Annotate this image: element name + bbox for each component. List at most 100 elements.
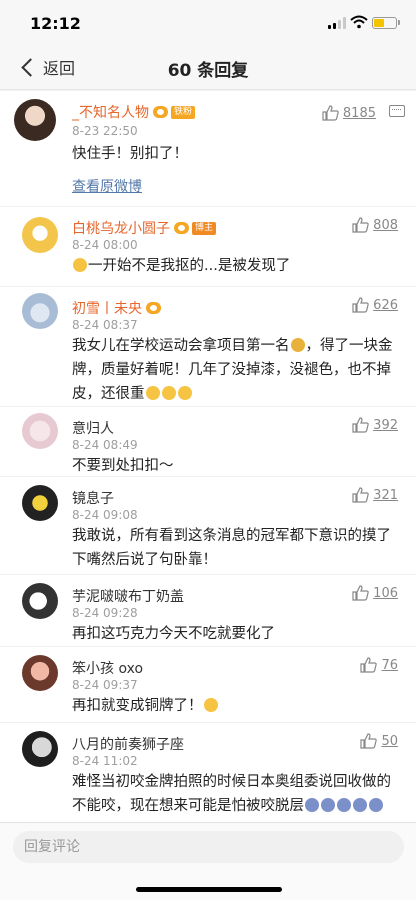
vip-icon xyxy=(174,222,189,234)
comment-time: 8-24 09:08 xyxy=(72,508,138,522)
thumbs-up-icon xyxy=(352,297,369,313)
user-row: 白桃乌龙小圆子 博主 xyxy=(72,218,217,238)
comment-text: 再扣就变成铜牌了！ xyxy=(72,694,398,718)
original-comment: _不知名人物 铁粉 8-23 22:50 快住手！别扣了！ 8185 查看原微博 xyxy=(0,91,416,206)
laugh-emoji-icon xyxy=(177,386,192,400)
avatar[interactable] xyxy=(22,583,58,619)
username[interactable]: _不知名人物 xyxy=(72,102,149,122)
list-item: 白桃乌龙小圆子 博主 8-24 08:00 一开始不是我抠的...是被发现了 8… xyxy=(0,207,416,287)
like-count: 392 xyxy=(373,417,398,433)
comment-text-body: 一开始不是我抠的...是被发现了 xyxy=(88,258,291,274)
cellular-signal-icon xyxy=(328,17,346,29)
shocked-emoji-icon xyxy=(305,798,319,812)
laugh-emoji-icon xyxy=(145,386,160,400)
view-original-link[interactable]: 查看原微博 xyxy=(72,176,142,196)
thumbs-up-icon xyxy=(352,585,369,601)
user-row: 八月的前奏狮子座 xyxy=(72,735,184,753)
comment-text: 不要到处扣扣～ xyxy=(72,458,174,474)
comment-text-part-1: 我女儿在学校运动会拿项目第一名 xyxy=(72,338,290,354)
user-row: 笨小孩 oxo xyxy=(72,659,143,677)
comment-time: 8-24 09:37 xyxy=(72,678,138,692)
status-bar: 12:12 xyxy=(0,0,416,44)
username[interactable]: 笨小孩 oxo xyxy=(72,658,143,678)
comment-text: 快住手！别扣了！ xyxy=(72,146,188,162)
thumbs-up-icon xyxy=(360,657,378,673)
home-indicator[interactable] xyxy=(136,887,282,892)
list-item: 初雪丨未央 8-24 08:37 我女儿在学校运动会拿项目第一名 ，得了一块金牌，… xyxy=(0,287,416,407)
wifi-icon xyxy=(350,15,368,29)
list-item: 意归人 8-24 08:49 不要到处扣扣～ 392 xyxy=(0,407,416,477)
avatar[interactable] xyxy=(22,293,58,329)
like-count: 50 xyxy=(381,733,398,749)
username[interactable]: 镜息子 xyxy=(72,488,114,508)
like-count: 76 xyxy=(381,657,398,673)
comment-time: 8-24 08:49 xyxy=(72,438,138,452)
thumbs-up-icon xyxy=(352,217,369,233)
like-count: 626 xyxy=(373,297,398,313)
comment-time: 8-24 08:37 xyxy=(72,318,138,332)
shocked-emoji-icon xyxy=(369,798,383,812)
comment-text-body: 再扣就变成铜牌了！ xyxy=(72,698,203,714)
like-button[interactable]: 808 xyxy=(352,217,398,233)
avatar[interactable] xyxy=(22,217,58,253)
battery-icon xyxy=(372,17,397,29)
like-button[interactable]: 76 xyxy=(360,657,398,673)
gold-medal-emoji-icon xyxy=(290,338,305,352)
blogger-badge: 博主 xyxy=(192,221,217,235)
list-item: 芋泥啵啵布丁奶盖 8-24 09:28 再扣这巧克力今天不吃就要化了 106 xyxy=(0,575,416,647)
like-button[interactable]: 626 xyxy=(352,297,398,313)
shocked-emoji-icon xyxy=(337,798,351,812)
user-row: 初雪丨未央 xyxy=(72,299,161,317)
list-item: 镜息子 8-24 09:08 我敢说，所有看到这条消息的冠军都下意识的摸了下嘴然… xyxy=(0,477,416,575)
user-row: 镜息子 xyxy=(72,489,114,507)
like-button[interactable]: 50 xyxy=(360,733,398,749)
like-button[interactable]: 392 xyxy=(352,417,398,433)
avatar[interactable] xyxy=(22,485,58,521)
like-count: 8185 xyxy=(342,105,376,121)
like-button[interactable]: 8185 xyxy=(322,105,376,121)
list-item: 笨小孩 oxo 8-24 09:37 再扣就变成铜牌了！ 76 xyxy=(0,647,416,723)
list-item: 八月的前奏狮子座 8-24 11:02 难怪当初咬金牌拍照的时候日本奥组委说回收… xyxy=(0,723,416,822)
like-button[interactable]: 106 xyxy=(352,585,398,601)
nav-bar: 返回 60 条回复 xyxy=(0,44,416,90)
like-count: 321 xyxy=(373,487,398,503)
avatar[interactable] xyxy=(22,413,58,449)
shocked-emoji-icon xyxy=(321,798,335,812)
comment-icon[interactable] xyxy=(389,105,405,117)
thumbs-up-icon xyxy=(360,733,378,749)
user-row: 芋泥啵啵布丁奶盖 xyxy=(72,587,184,605)
username[interactable]: 芋泥啵啵布丁奶盖 xyxy=(72,586,184,606)
avatar[interactable] xyxy=(14,99,56,141)
user-row: 意归人 xyxy=(72,419,114,437)
status-time: 12:12 xyxy=(30,14,81,33)
laugh-emoji-icon xyxy=(161,386,176,400)
username[interactable]: 八月的前奏狮子座 xyxy=(72,734,184,754)
comment-time: 8-24 09:28 xyxy=(72,606,138,620)
like-count: 106 xyxy=(373,585,398,601)
fan-badge: 铁粉 xyxy=(171,105,196,119)
thumbs-up-icon xyxy=(322,105,339,121)
reply-bar: 回复评论 xyxy=(0,822,416,900)
reply-list[interactable]: 白桃乌龙小圆子 博主 8-24 08:00 一开始不是我抠的...是被发现了 8… xyxy=(0,207,416,822)
vip-icon xyxy=(153,106,168,118)
username[interactable]: 初雪丨未央 xyxy=(72,298,142,318)
shocked-emoji-icon xyxy=(353,798,367,812)
comment-text: 一开始不是我抠的...是被发现了 xyxy=(72,254,398,278)
laugh-emoji-icon xyxy=(203,698,218,712)
comment-time: 8-24 08:00 xyxy=(72,238,138,252)
like-count: 808 xyxy=(373,217,398,233)
comment-text: 再扣这巧克力今天不吃就要化了 xyxy=(72,626,275,642)
reply-input[interactable]: 回复评论 xyxy=(13,831,404,863)
page-title: 60 条回复 xyxy=(167,61,249,81)
username[interactable]: 意归人 xyxy=(72,418,114,438)
like-button[interactable]: 321 xyxy=(352,487,398,503)
original-user-row: _不知名人物 铁粉 xyxy=(72,102,196,122)
thumbs-up-icon xyxy=(352,417,369,433)
comment-text: 难怪当初咬金牌拍照的时候日本奥组委说回收做的不能咬，现在想来可能是怕被咬脱层 xyxy=(72,770,398,822)
avatar[interactable] xyxy=(22,655,58,691)
thumbs-up-icon xyxy=(352,487,369,503)
avatar[interactable] xyxy=(22,731,58,767)
comment-text: 我敢说，所有看到这条消息的冠军都下意识的摸了下嘴然后说了句卧靠！ xyxy=(72,528,391,568)
username[interactable]: 白桃乌龙小圆子 xyxy=(72,218,170,238)
comment-text: 我女儿在学校运动会拿项目第一名 ，得了一块金牌，质量好着呢！几年了没掉漆，没褪色，… xyxy=(72,334,398,406)
